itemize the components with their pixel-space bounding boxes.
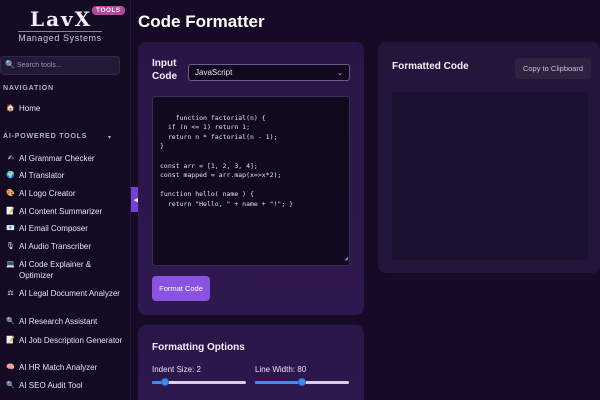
sidebar-item-label: AI Research Assistant: [19, 317, 98, 326]
tool-icon: 📝: [6, 337, 15, 344]
sidebar-item[interactable]: ✍ AI Grammar Checker: [6, 153, 126, 164]
line-width-slider[interactable]: [255, 378, 349, 386]
input-card: Input Code JavaScript ⌄ function factori…: [138, 42, 364, 315]
code-input-text: function factorial(n) { if (n <= 1) retu…: [160, 113, 294, 208]
indent-size-slider[interactable]: [152, 378, 246, 386]
sidebar-item-label: AI Grammar Checker: [19, 154, 95, 163]
tool-icon: 💻: [6, 261, 15, 268]
search-icon: 🔍: [5, 60, 15, 69]
tool-icon: 🧠: [6, 364, 15, 371]
sidebar-item-label: AI Logo Creator: [19, 189, 76, 198]
indent-size-label: Indent Size: 2: [152, 365, 201, 374]
tool-icon: 📧: [6, 225, 15, 232]
tool-icon: 🌍: [6, 172, 15, 179]
sidebar-item-label: AI Code Explainer & Optimizer: [19, 260, 92, 280]
sidebar-item-label: AI Content Summarizer: [19, 207, 103, 216]
tool-icon: 📝: [6, 208, 15, 215]
ai-tools-heading[interactable]: AI-POWERED TOOLS: [3, 133, 87, 140]
sidebar-item[interactable]: 📝 AI Content Summarizer: [6, 206, 126, 217]
brand-name: LavX: [30, 7, 93, 31]
tool-icon: ⚖: [7, 290, 14, 297]
sidebar-item[interactable]: 💻 AI Code Explainer & Optimizer: [6, 259, 126, 281]
output-card: Formatted Code Copy to Clipboard: [378, 42, 600, 273]
sidebar-item-home[interactable]: 🏠 Home: [6, 103, 126, 114]
navigation-heading: NAVIGATION: [3, 85, 54, 92]
tool-icon: ✍: [7, 155, 14, 162]
tool-icon: 🎨: [6, 190, 15, 197]
language-select-value: JavaScript: [195, 68, 233, 77]
brand-logo[interactable]: LavX TOOLS Managed Systems: [14, 6, 125, 46]
sidebar-item-label: AI Legal Document Analyzer: [19, 289, 120, 298]
sidebar-item-label: AI Email Composer: [19, 224, 88, 233]
resize-grip-icon[interactable]: ◢: [344, 254, 348, 264]
sidebar-item[interactable]: 🎙 AI Audio Transcriber: [6, 241, 126, 252]
sidebar-item[interactable]: 🎨 AI Logo Creator: [6, 188, 126, 199]
sidebar-item-label: AI HR Match Analyzer: [19, 363, 98, 372]
search-box: 🔍: [0, 56, 120, 75]
sidebar-item[interactable]: ⚖ AI Legal Document Analyzer: [6, 288, 126, 299]
chevron-down-icon: ⌄: [337, 69, 343, 77]
chevron-down-icon[interactable]: ▾: [108, 134, 111, 141]
slider-thumb[interactable]: [298, 378, 306, 386]
brand-subtitle: Managed Systems: [18, 33, 102, 43]
sidebar-item[interactable]: 🌍 AI Translator: [6, 170, 126, 181]
sidebar-item[interactable]: 🧠 AI HR Match Analyzer: [6, 362, 126, 373]
formatting-options-card: Formatting Options Indent Size: 2 Line W…: [138, 325, 364, 400]
sidebar-item[interactable]: 🔍 AI Research Assistant: [6, 316, 126, 327]
sidebar-item-label: AI Translator: [19, 171, 65, 180]
home-icon: 🏠: [6, 105, 15, 112]
input-code-label: Input Code: [152, 58, 177, 82]
brand-tag-badge: TOOLS: [92, 6, 125, 15]
slider-fill: [255, 381, 302, 384]
code-input-textarea[interactable]: function factorial(n) { if (n <= 1) retu…: [152, 96, 350, 266]
page-title: Code Formatter: [138, 12, 265, 31]
sidebar-item-label: AI Audio Transcriber: [19, 242, 92, 251]
logo-divider: [18, 31, 102, 32]
search-input[interactable]: [17, 59, 117, 72]
sidebar-item[interactable]: 🔍 AI SEO Audit Tool: [6, 380, 126, 391]
tool-icon: 🎙: [6, 243, 15, 250]
sidebar-item-label: Home: [19, 104, 41, 113]
formatting-options-title: Formatting Options: [152, 342, 245, 353]
formatted-code-title: Formatted Code: [392, 61, 469, 72]
sidebar-item[interactable]: 📧 AI Email Composer: [6, 223, 126, 234]
copy-to-clipboard-button[interactable]: Copy to Clipboard: [515, 58, 591, 79]
sidebar-item-label: AI Job Description Generator: [19, 336, 123, 345]
sidebar: LavX TOOLS Managed Systems 🔍 NAVIGATION …: [0, 0, 131, 400]
format-code-button[interactable]: Format Code: [152, 276, 210, 301]
formatted-code-output: [392, 92, 588, 260]
language-select[interactable]: JavaScript ⌄: [188, 64, 350, 81]
slider-thumb[interactable]: [161, 378, 170, 386]
sidebar-item-label: AI SEO Audit Tool: [19, 381, 83, 390]
tool-icon: 🔍: [6, 382, 15, 389]
line-width-label: Line Width: 80: [255, 365, 307, 374]
tool-icon: 🔍: [6, 318, 15, 325]
sidebar-item[interactable]: 📝 AI Job Description Generator: [6, 335, 126, 346]
